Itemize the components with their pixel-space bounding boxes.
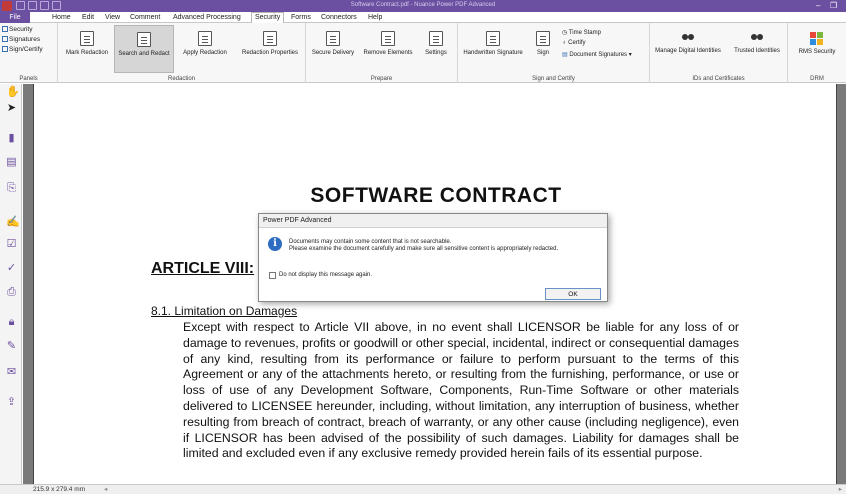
dialog-title: Power PDF Advanced	[259, 214, 607, 228]
ribbon-tabs: File Home Edit View Comment Advanced Pro…	[0, 12, 846, 24]
tab-forms[interactable]: Forms	[288, 13, 314, 23]
document-title: SOFTWARE CONTRACT	[310, 184, 562, 207]
redaction-properties-icon	[263, 31, 277, 46]
identities-icon	[681, 34, 695, 45]
rms-security-button[interactable]: RMS Security	[792, 25, 842, 73]
clock-icon: ◷	[562, 30, 569, 36]
left-toolbar: ✋ ➤ ▮ ▤ ⎘ ✍ ☑ ✓ ⎙ 🔒︎ ✎ ✉ ⇪	[0, 84, 22, 484]
tab-connectors[interactable]: Connectors	[318, 13, 360, 23]
tab-advanced-processing[interactable]: Advanced Processing	[170, 13, 244, 23]
page-size-readout: 215.9 x 279.4 mm	[33, 486, 86, 493]
scroll-left-icon[interactable]: ◂	[104, 485, 107, 493]
ribbon: Security Signatures Sign/Certify Panels …	[0, 23, 846, 83]
sign-icon	[536, 31, 550, 46]
status-bar: 215.9 x 279.4 mm ◂ ▸	[0, 484, 846, 494]
group-label-redaction: Redaction	[167, 76, 196, 82]
stamp-icon[interactable]: ⎙	[6, 286, 17, 298]
panel-signatures[interactable]: Signatures	[2, 36, 40, 43]
dialog-message-line1: Documents may contain some content that …	[289, 239, 452, 245]
remove-elements-icon	[381, 31, 395, 46]
do-not-display-checkbox[interactable]	[269, 272, 276, 279]
apply-redaction-button[interactable]: Apply Redaction	[176, 25, 234, 73]
group-label-ids: IDs and Certificates	[692, 76, 745, 82]
tab-home[interactable]: Home	[49, 13, 74, 23]
lock-icon[interactable]: 🔒︎	[6, 316, 17, 328]
search-and-redact-button[interactable]: Search and Redact	[114, 25, 174, 73]
hand-tool-icon[interactable]: ✋	[6, 86, 20, 98]
trusted-identities-icon	[750, 34, 764, 45]
info-dialog: Power PDF Advanced i Documents may conta…	[258, 213, 608, 302]
redaction-properties-button[interactable]: Redaction Properties	[236, 25, 304, 73]
do-not-display-label[interactable]: Do not display this message again.	[279, 272, 372, 278]
tab-comment[interactable]: Comment	[127, 13, 163, 23]
sign-tool-icon[interactable]: ✎	[6, 340, 17, 352]
remove-elements-button[interactable]: Remove Elements	[360, 25, 416, 73]
settings-icon	[429, 31, 443, 46]
sign-certify-panel-icon	[2, 46, 8, 52]
dialog-message-line2: Please examine the document carefully an…	[289, 246, 559, 252]
minimize-button[interactable]: –	[816, 1, 820, 10]
tab-edit[interactable]: Edit	[79, 13, 97, 23]
group-label-drm: DRM	[810, 76, 824, 82]
panels-group: Security Signatures Sign/Certify Panels	[0, 23, 58, 83]
settings-button[interactable]: Settings	[418, 25, 454, 73]
document-signatures-button[interactable]: ▤ Document Signatures ▾	[562, 51, 632, 58]
group-label-prepare: Prepare	[370, 76, 393, 82]
attachment-icon[interactable]: ⎘	[6, 182, 17, 194]
ok-button[interactable]: OK	[545, 288, 601, 300]
form-check-icon[interactable]: ☑	[6, 238, 17, 250]
checkmark-icon[interactable]: ✓	[6, 262, 17, 274]
sign-certify-group: Handwritten Signature Sign ◷ Time Stamp …	[458, 23, 650, 83]
pages-icon[interactable]: ▮	[6, 132, 17, 144]
group-label-sign-certify: Sign and Certify	[532, 76, 575, 82]
tab-file[interactable]: File	[0, 12, 30, 23]
group-label-panels: Panels	[19, 76, 38, 82]
page-thumbnail-icon[interactable]: ▤	[6, 156, 17, 168]
handwritten-signature-button[interactable]: Handwritten Signature	[460, 25, 526, 73]
apply-redaction-icon	[198, 31, 212, 46]
body-paragraph: Except with respect to Article VII above…	[183, 320, 739, 461]
scroll-right-icon[interactable]: ▸	[839, 485, 842, 493]
envelope-icon[interactable]: ✉	[6, 366, 17, 378]
mark-redaction-icon	[80, 31, 94, 46]
trusted-identities-button[interactable]: Trusted Identities	[728, 25, 786, 73]
time-stamp-button[interactable]: ◷ Time Stamp	[562, 29, 601, 36]
search-redact-icon	[137, 32, 151, 47]
rms-icon	[810, 32, 824, 46]
signatures-panel-icon	[2, 36, 8, 42]
secure-delivery-button[interactable]: Secure Delivery	[308, 25, 358, 73]
article-heading: ARTICLE VIII:	[151, 260, 255, 277]
prepare-group: Secure Delivery Remove Elements Settings…	[306, 23, 458, 83]
certify-button[interactable]: ♁ Certify	[562, 40, 586, 46]
info-icon: i	[268, 237, 282, 251]
export-icon[interactable]: ⇪	[6, 396, 17, 408]
window-title: Software Contract.pdf - Nuance Power PDF…	[350, 2, 496, 8]
redaction-group: Mark Redaction Search and Redact Apply R…	[58, 23, 306, 83]
panel-sign-certify[interactable]: Sign/Certify	[2, 46, 43, 53]
ids-group: Manage Digital Identities Trusted Identi…	[650, 23, 788, 83]
panel-security[interactable]: Security	[2, 26, 32, 33]
select-tool-icon[interactable]: ➤	[6, 102, 17, 114]
mark-redaction-button[interactable]: Mark Redaction	[62, 25, 112, 73]
pen-icon	[486, 31, 500, 46]
sign-button[interactable]: Sign	[530, 25, 556, 73]
signature-panel-icon[interactable]: ✍	[6, 216, 20, 228]
tab-view[interactable]: View	[102, 13, 123, 23]
drm-group: RMS Security DRM	[788, 23, 846, 83]
restore-button[interactable]: ❐	[830, 1, 837, 10]
secure-delivery-icon	[326, 31, 340, 46]
manage-digital-identities-button[interactable]: Manage Digital Identities	[652, 25, 724, 73]
section-heading: 8.1. Limitation on Damages	[151, 304, 298, 318]
tab-help[interactable]: Help	[365, 13, 385, 23]
title-bar: Software Contract.pdf - Nuance Power PDF…	[0, 0, 846, 12]
security-panel-icon	[2, 26, 8, 32]
